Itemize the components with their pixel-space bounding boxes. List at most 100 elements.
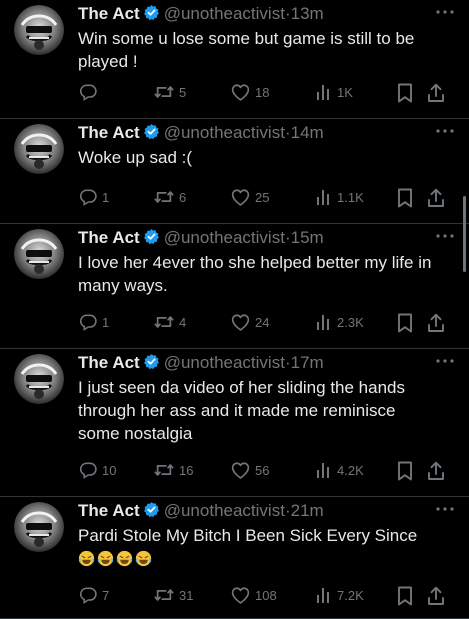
bookmark-icon bbox=[396, 586, 414, 606]
author-name[interactable]: The Act bbox=[78, 228, 140, 247]
bookmark-button[interactable] bbox=[396, 312, 414, 334]
author-name[interactable]: The Act bbox=[78, 501, 140, 520]
retweet-button[interactable]: 6 bbox=[153, 187, 186, 209]
author-name[interactable]: The Act bbox=[78, 353, 140, 372]
tweet-text: I love her 4ever tho she helped better m… bbox=[78, 251, 455, 297]
bookmark-icon bbox=[396, 313, 414, 333]
author-handle[interactable]: @unotheactivist bbox=[164, 4, 285, 23]
views-count: 4.2K bbox=[337, 463, 364, 478]
reply-button[interactable]: 10 bbox=[78, 460, 116, 482]
tweet-text-line: Win some u lose some but game is still t… bbox=[78, 29, 415, 48]
bookmark-button[interactable] bbox=[396, 187, 414, 209]
reply-button[interactable]: 1 bbox=[78, 312, 109, 334]
tweet-text-line: Pardi Stole My Bitch I Been Sick Every S… bbox=[78, 526, 418, 545]
views-button[interactable]: 1.1K bbox=[315, 187, 364, 209]
share-button[interactable] bbox=[426, 585, 446, 607]
verified-badge-icon bbox=[143, 499, 160, 518]
avatar[interactable] bbox=[14, 124, 64, 174]
reply-button[interactable] bbox=[78, 82, 102, 104]
reply-icon bbox=[78, 189, 98, 206]
like-button[interactable]: 18 bbox=[230, 82, 269, 104]
views-count: 1.1K bbox=[337, 190, 364, 205]
author-handle[interactable]: @unotheactivist bbox=[164, 228, 285, 247]
scrollbar[interactable] bbox=[463, 196, 466, 272]
share-button[interactable] bbox=[426, 312, 446, 334]
bookmark-button[interactable] bbox=[396, 82, 414, 104]
tweet-text-line: played ! bbox=[78, 52, 138, 71]
share-button[interactable] bbox=[426, 460, 446, 482]
like-button[interactable]: 24 bbox=[230, 312, 269, 334]
avatar[interactable] bbox=[14, 354, 64, 404]
retweet-button[interactable]: 31 bbox=[153, 585, 193, 607]
reply-button[interactable]: 1 bbox=[78, 187, 109, 209]
more-horizontal-icon[interactable] bbox=[435, 497, 455, 525]
views-button[interactable]: 4.2K bbox=[315, 460, 364, 482]
avatar[interactable] bbox=[14, 229, 64, 279]
views-count: 2.3K bbox=[337, 315, 364, 330]
views-icon bbox=[315, 315, 333, 330]
share-button[interactable] bbox=[426, 187, 446, 209]
tweet[interactable]: The Act @unotheactivist·17m I just seen da… bbox=[0, 349, 469, 497]
tweet-timestamp[interactable]: 21m bbox=[291, 501, 324, 520]
share-button[interactable] bbox=[426, 82, 446, 104]
bookmark-button[interactable] bbox=[396, 585, 414, 607]
author-name[interactable]: The Act bbox=[78, 4, 140, 23]
views-icon bbox=[315, 588, 333, 603]
emoji-row bbox=[78, 547, 455, 570]
author-handle[interactable]: @unotheactivist bbox=[164, 123, 285, 142]
like-button[interactable]: 56 bbox=[230, 460, 269, 482]
retweet-button[interactable]: 5 bbox=[153, 82, 186, 104]
share-icon bbox=[426, 461, 446, 480]
more-horizontal-icon[interactable] bbox=[435, 119, 455, 147]
retweet-button[interactable]: 16 bbox=[153, 460, 193, 482]
avatar[interactable] bbox=[14, 502, 64, 552]
tweet-text-line: through her ass and it made me reminisce bbox=[78, 401, 396, 420]
reply-button[interactable]: 7 bbox=[78, 585, 109, 607]
author-name[interactable]: The Act bbox=[78, 123, 140, 142]
author-handle[interactable]: @unotheactivist bbox=[164, 353, 285, 372]
reply-icon bbox=[78, 587, 98, 604]
like-button[interactable]: 108 bbox=[230, 585, 277, 607]
more-horizontal-icon[interactable] bbox=[435, 349, 455, 377]
reply-count: 10 bbox=[102, 463, 117, 478]
like-count: 56 bbox=[255, 463, 270, 478]
views-icon bbox=[315, 85, 333, 100]
tweet-body: The Act @unotheactivist·13m Win some u los… bbox=[78, 0, 455, 103]
retweet-button[interactable]: 4 bbox=[153, 312, 186, 334]
verified-badge-icon bbox=[143, 2, 160, 21]
more-horizontal-icon[interactable] bbox=[435, 0, 455, 28]
tweet[interactable]: The Act @unotheactivist·13m Win some u los… bbox=[0, 0, 469, 119]
tweet-timestamp[interactable]: 14m bbox=[291, 123, 324, 142]
tweet[interactable]: The Act @unotheactivist·21m Pardi Stole My… bbox=[0, 497, 469, 619]
tweet-body: The Act @unotheactivist·17m I just seen da… bbox=[78, 349, 455, 481]
author-handle[interactable]: @unotheactivist bbox=[164, 501, 285, 520]
rolling-on-floor-laughing-emoji-icon bbox=[135, 550, 152, 567]
reply-count: 7 bbox=[102, 588, 110, 603]
heart-icon bbox=[230, 84, 251, 101]
tweet-text-line: some nostalgia bbox=[78, 424, 193, 443]
rolling-on-floor-laughing-emoji-icon bbox=[116, 550, 133, 567]
views-button[interactable]: 2.3K bbox=[315, 312, 364, 334]
retweet-icon bbox=[153, 315, 175, 330]
heart-icon bbox=[230, 314, 251, 331]
share-icon bbox=[426, 586, 446, 605]
tweet-timestamp[interactable]: 15m bbox=[291, 228, 324, 247]
heart-icon bbox=[230, 462, 251, 479]
tweet-header: The Act @unotheactivist·17m bbox=[78, 349, 455, 377]
like-button[interactable]: 25 bbox=[230, 187, 269, 209]
tweet-text: I just seen da video of her sliding the … bbox=[78, 376, 455, 445]
avatar[interactable] bbox=[14, 5, 64, 55]
views-icon bbox=[315, 190, 333, 205]
share-icon bbox=[426, 83, 446, 102]
tweet-timestamp[interactable]: 13m bbox=[291, 4, 324, 23]
retweet-count: 6 bbox=[179, 190, 187, 205]
tweet[interactable]: The Act @unotheactivist·14m Woke up sad :(… bbox=[0, 119, 469, 224]
tweet-timestamp[interactable]: 17m bbox=[291, 353, 324, 372]
more-horizontal-icon[interactable] bbox=[435, 224, 455, 252]
bookmark-button[interactable] bbox=[396, 460, 414, 482]
tweet[interactable]: The Act @unotheactivist·15m I love her 4ev… bbox=[0, 224, 469, 349]
views-button[interactable]: 7.2K bbox=[315, 585, 364, 607]
tweet-text-line: I just seen da video of her sliding the … bbox=[78, 378, 405, 397]
retweet-count: 16 bbox=[179, 463, 194, 478]
views-button[interactable]: 1K bbox=[315, 82, 353, 104]
